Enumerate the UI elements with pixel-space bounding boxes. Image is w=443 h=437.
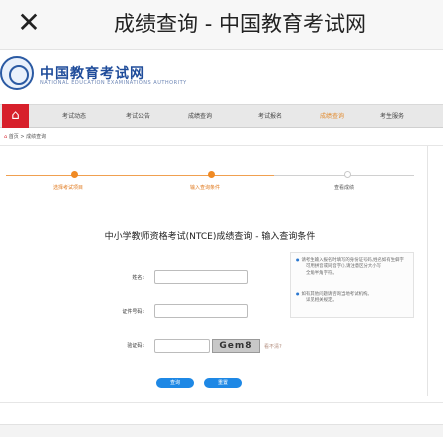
step-2-dot xyxy=(208,171,215,178)
footer-divider xyxy=(0,402,443,403)
nav-item-exam-news[interactable]: 考试动态 xyxy=(62,111,86,120)
note-line-2: 可用拼音或同音字(),请注意区分大小写 xyxy=(306,264,382,269)
reset-button[interactable]: 重置 xyxy=(204,378,242,388)
nav-item-candidate-service[interactable]: 考生服务 xyxy=(380,111,404,120)
seal-icon xyxy=(0,56,34,90)
app-bar: ✕ 成绩查询 - 中国教育考试网 xyxy=(0,0,443,50)
name-label: 姓名: xyxy=(132,275,144,281)
bottom-bar xyxy=(0,424,443,437)
breadcrumb-path[interactable]: 首页 > 成绩查询 xyxy=(9,134,46,140)
home-icon[interactable]: ⌂ xyxy=(2,104,29,128)
step-1-label: 选择考试项目 xyxy=(53,185,84,191)
nav-item-score-query-active[interactable]: 成绩查询 xyxy=(320,111,344,120)
submit-button[interactable]: 查询 xyxy=(156,378,194,388)
scrollbar[interactable] xyxy=(427,146,428,396)
step-3-dot xyxy=(344,171,351,178)
id-number-input[interactable] xyxy=(154,304,248,318)
form-title: 中小学教师资格考试(NTCE)成绩查询 - 输入查询条件 xyxy=(104,232,316,242)
id-number-label: 证件号码: xyxy=(122,309,144,315)
captcha-label: 验证码: xyxy=(127,343,144,349)
divider xyxy=(0,145,443,146)
site-logo-subtitle: NATIONAL EDUCATION EXAMINATIONS AUTHORIT… xyxy=(40,80,187,86)
close-icon[interactable]: ✕ xyxy=(16,9,42,37)
refresh-captcha-link[interactable]: 看不清? xyxy=(264,343,282,350)
captcha-input[interactable] xyxy=(154,339,210,353)
nav-item-exam-notice[interactable]: 考试公告 xyxy=(126,111,150,120)
note-line-3: 全角半角字符。 xyxy=(306,271,337,276)
step-2-label: 输入查询条件 xyxy=(190,185,221,191)
captcha-image[interactable]: Gem8 xyxy=(212,339,260,353)
note-line-5: 详见相关规定。 xyxy=(306,298,337,303)
name-input[interactable] xyxy=(154,270,248,284)
nav-item-score-query-1[interactable]: 成绩查询 xyxy=(188,111,212,120)
nav-item-registration[interactable]: 考试报名 xyxy=(258,111,282,120)
app-title: 成绩查询 - 中国教育考试网 xyxy=(114,12,366,36)
step-3-label: 查看成绩 xyxy=(334,185,355,191)
breadcrumb: ⌂ 首页 > 成绩查询 xyxy=(4,133,46,140)
step-1-dot xyxy=(71,171,78,178)
step-progress-line xyxy=(6,175,274,176)
